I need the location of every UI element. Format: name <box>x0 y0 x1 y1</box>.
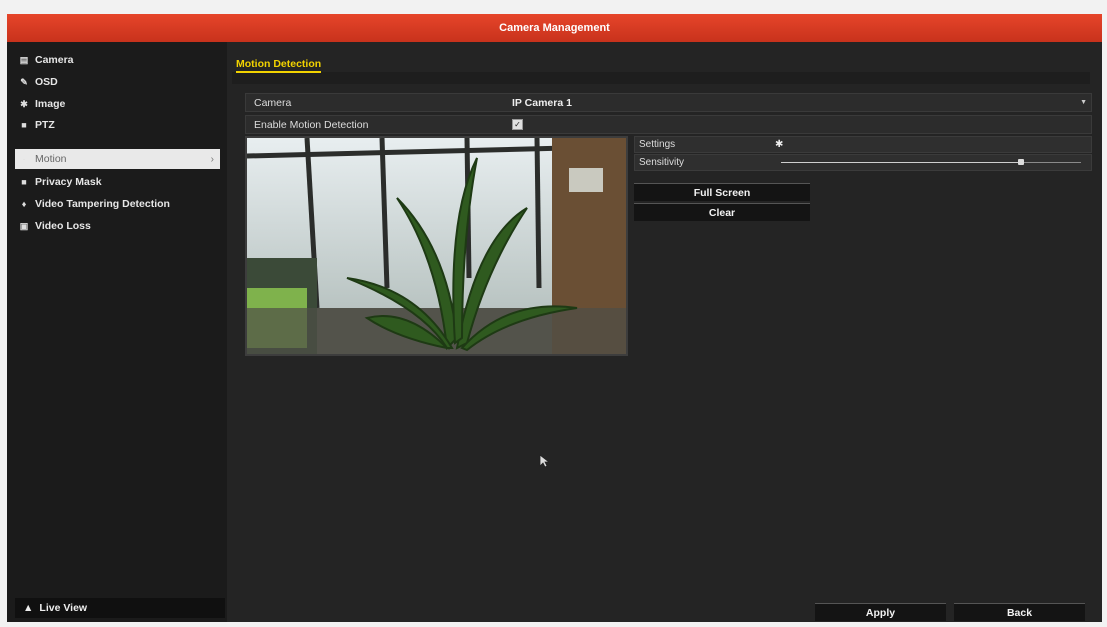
sidebar-item-privacy-mask[interactable]: ■ Privacy Mask <box>15 172 220 192</box>
sidebar-item-motion[interactable]: · Motion › <box>15 149 220 169</box>
image-icon: ✱ <box>20 98 28 109</box>
ptz-icon: ■ <box>21 120 27 130</box>
tab-strip <box>232 72 1090 84</box>
clear-button[interactable]: Clear <box>634 203 810 221</box>
settings-gear-icon[interactable]: ✱ <box>775 139 783 150</box>
video-loss-icon: ▣ <box>19 220 29 231</box>
camera-select-row[interactable]: Camera IP Camera 1 ▼ <box>245 93 1092 112</box>
main-panel: Motion Detection Camera IP Camera 1 ▼ En… <box>232 42 1102 622</box>
window-title: Camera Management <box>7 14 1102 42</box>
sensitivity-row: Sensitivity <box>634 154 1092 171</box>
mouse-cursor-icon <box>539 454 549 468</box>
enable-motion-detection-label: Enable Motion Detection <box>254 118 369 131</box>
live-view-label: Live View <box>39 602 88 614</box>
sidebar-item-label: Video Tampering Detection <box>35 198 170 210</box>
sidebar-item-label: Camera <box>35 54 74 66</box>
sensitivity-slider[interactable] <box>781 158 1081 168</box>
sidebar-item-camera[interactable]: ▤ Camera <box>15 50 220 70</box>
sidebar-item-video-loss[interactable]: ▣ Video Loss <box>15 216 220 236</box>
tab-motion-detection[interactable]: Motion Detection <box>236 58 322 73</box>
apply-button[interactable]: Apply <box>815 603 946 621</box>
sidebar-item-osd[interactable]: ✎ OSD <box>15 72 220 92</box>
back-button[interactable]: Back <box>954 603 1085 621</box>
sensitivity-label: Sensitivity <box>639 157 685 168</box>
sidebar-item-ptz[interactable]: ■ PTZ <box>15 115 220 135</box>
sidebar-item-label: PTZ <box>35 119 55 131</box>
privacy-mask-icon: ■ <box>21 177 27 187</box>
camera-preview[interactable] <box>245 136 628 356</box>
enable-motion-detection-checkbox[interactable]: ✓ <box>512 119 523 130</box>
camera-icon: ▤ <box>19 54 29 65</box>
enable-motion-detection-row: Enable Motion Detection ✓ <box>245 115 1092 134</box>
sensitivity-slider-handle[interactable] <box>1018 158 1024 165</box>
settings-row: Settings ✱ <box>634 136 1092 153</box>
sidebar-item-image[interactable]: ✱ Image <box>15 94 220 114</box>
sidebar: ▤ Camera ✎ OSD ✱ Image ■ PTZ · Motion › … <box>7 42 227 622</box>
osd-icon: ✎ <box>20 76 28 87</box>
camera-management-window: Camera Management ▤ Camera ✎ OSD ✱ Image… <box>7 14 1102 622</box>
motion-icon: · <box>22 154 26 164</box>
camera-label: Camera <box>254 96 292 109</box>
chevron-down-icon: ▼ <box>1080 99 1087 106</box>
chevron-right-icon: › <box>210 153 214 165</box>
sidebar-item-label: Video Loss <box>35 220 91 232</box>
sidebar-item-label: Image <box>35 98 66 110</box>
full-screen-button[interactable]: Full Screen <box>634 183 810 201</box>
camera-preview-image <box>247 138 626 354</box>
home-icon: ▲ <box>23 602 34 614</box>
sensitivity-slider-fill <box>781 161 1021 163</box>
sidebar-item-label: Motion <box>35 153 67 165</box>
sidebar-item-video-tampering-detection[interactable]: ♦ Video Tampering Detection <box>15 194 220 214</box>
tampering-icon: ♦ <box>21 199 27 209</box>
live-view-button[interactable]: ▲ Live View <box>15 598 225 618</box>
sidebar-item-label: Privacy Mask <box>35 176 102 188</box>
settings-label: Settings <box>639 139 676 150</box>
sidebar-item-label: OSD <box>35 76 58 88</box>
camera-select-value[interactable]: IP Camera 1 <box>512 97 572 109</box>
